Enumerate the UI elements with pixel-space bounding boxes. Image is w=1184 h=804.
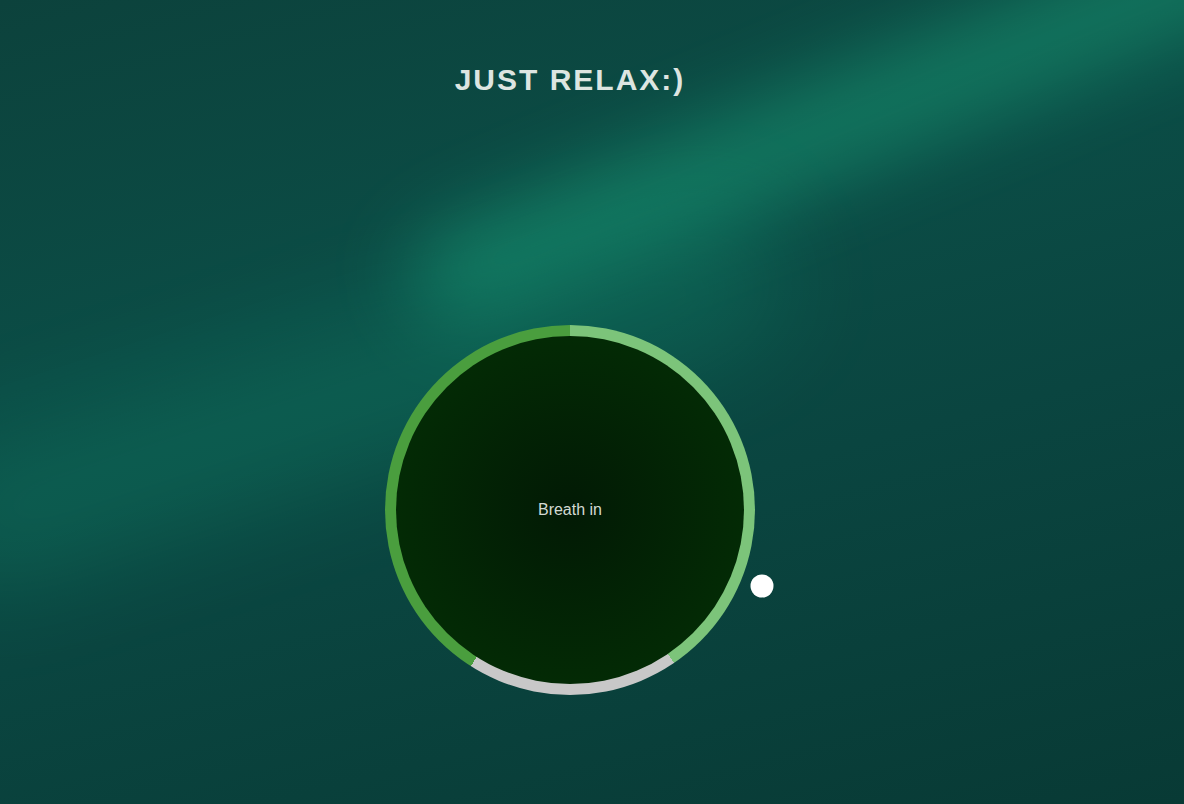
content: JUST RELAX:) Breath in: [0, 0, 1184, 695]
breathing-circle: Breath in: [385, 325, 755, 695]
inner-circle: Breath in: [396, 336, 744, 684]
relax-page: JUST RELAX:) Breath in: [0, 0, 1184, 804]
pointer-dot: [751, 575, 774, 598]
phase-label: Breath in: [538, 498, 602, 522]
page-title: JUST RELAX:): [455, 62, 686, 98]
